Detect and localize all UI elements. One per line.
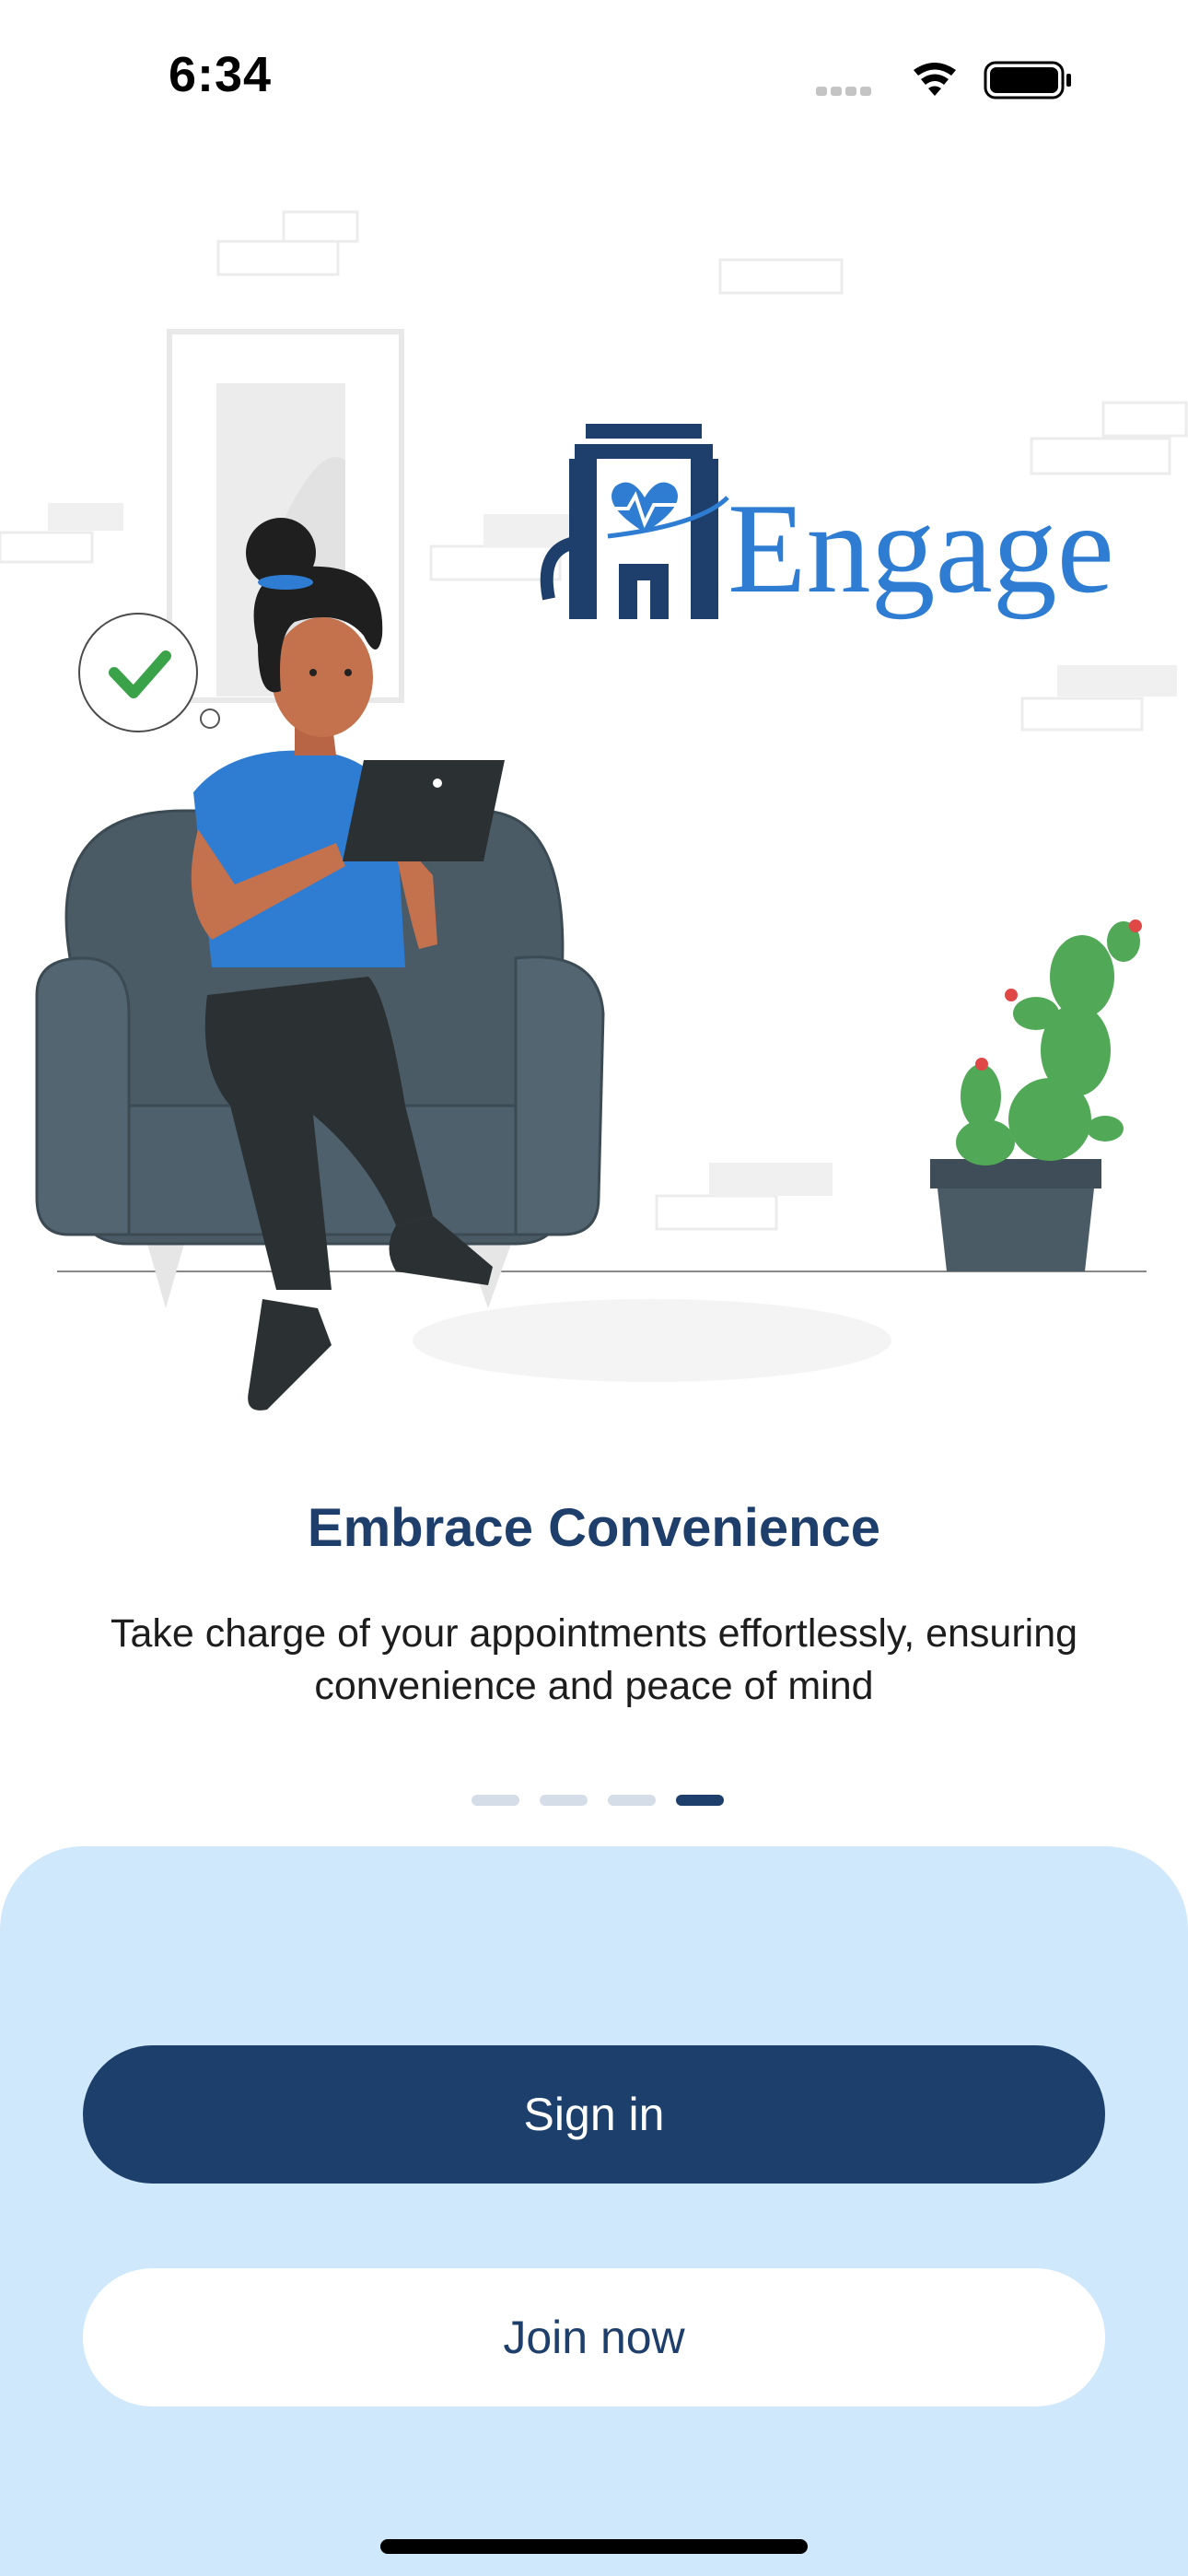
page-dot-2[interactable] xyxy=(540,1795,588,1806)
status-bar: 6:34 xyxy=(0,0,1188,157)
join-now-button[interactable]: Join now xyxy=(83,2268,1105,2406)
onboarding-subtitle: Take charge of your appointments effortl… xyxy=(110,1611,1078,1708)
onboarding-illustration: Engage xyxy=(0,210,1188,1411)
onboarding-title: Embrace Convenience xyxy=(307,1498,881,1558)
status-icons xyxy=(816,61,1071,100)
page-dot-4-active[interactable] xyxy=(676,1795,724,1806)
bottom-sheet xyxy=(0,1846,1188,2576)
page-dot-1[interactable] xyxy=(472,1795,519,1806)
sign-in-button[interactable]: Sign in xyxy=(83,2045,1105,2184)
cactus-plant xyxy=(930,919,1142,1271)
page-dot-3[interactable] xyxy=(608,1795,656,1806)
wifi-icon xyxy=(914,63,956,96)
battery-icon xyxy=(984,61,1071,100)
page-indicator xyxy=(472,1795,724,1806)
floor-rug xyxy=(413,1299,891,1382)
logo-text: Engage xyxy=(728,477,1114,620)
home-indicator[interactable] xyxy=(380,2539,808,2554)
hospital-heart-logo-icon xyxy=(540,424,729,619)
cellular-signal-icon xyxy=(816,87,871,96)
status-time: 6:34 xyxy=(169,47,273,102)
